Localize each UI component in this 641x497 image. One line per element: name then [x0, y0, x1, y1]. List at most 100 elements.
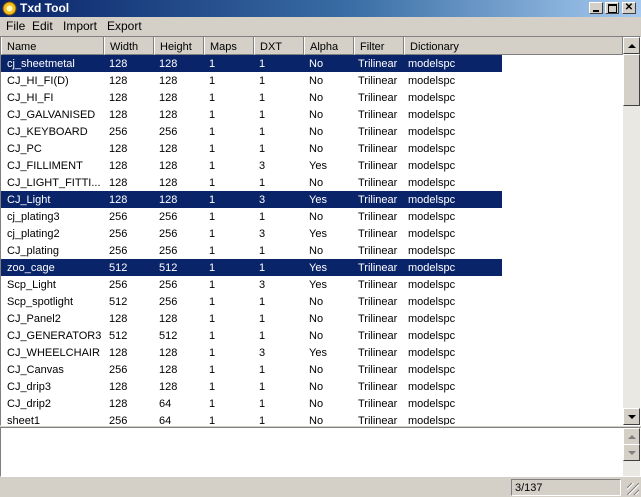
- menu-file[interactable]: File: [6, 19, 25, 33]
- cell-alpha: Yes: [309, 347, 327, 359]
- table-row[interactable]: CJ_HI_FI 128 128 1 1 No Trilinear modelspc: [1, 89, 502, 106]
- cell-maps: 1: [209, 313, 216, 325]
- cell-width: 128: [109, 92, 128, 104]
- table-row[interactable]: CJ_FILLIMENT 128 128 1 3 Yes Trilinear modelspc: [1, 157, 502, 174]
- menu-export[interactable]: Export: [107, 19, 142, 33]
- column-maps[interactable]: Maps: [204, 37, 254, 55]
- cell-filter: Trilinear: [358, 296, 398, 308]
- close-button[interactable]: ✕: [622, 2, 636, 14]
- cell-name: CJ_plating: [7, 245, 59, 257]
- table-row[interactable]: Scp_Light 256 256 1 3 Yes Trilinear modelspc: [1, 276, 502, 293]
- menu-bar: File Edit Import Export: [0, 17, 641, 36]
- cell-maps: 1: [209, 279, 216, 291]
- cell-maps: 1: [209, 75, 216, 87]
- menu-import[interactable]: Import: [63, 19, 97, 33]
- cell-width: 256: [109, 228, 128, 240]
- cell-height: 128: [159, 92, 178, 104]
- scroll-thumb[interactable]: [623, 54, 640, 106]
- cell-alpha: No: [309, 398, 324, 410]
- minimize-button[interactable]: [589, 2, 603, 14]
- cell-name: CJ_PC: [7, 143, 42, 155]
- cell-dxt: 1: [259, 109, 266, 121]
- cell-dxt: 1: [259, 262, 266, 274]
- table-row[interactable]: cj_plating2 256 256 1 3 Yes Trilinear modelspc: [1, 225, 502, 242]
- table-row[interactable]: cj_sheetmetal 128 128 1 1 No Trilinear modelspc: [1, 55, 502, 72]
- cell-name: CJ_Panel2: [7, 313, 61, 325]
- table-row[interactable]: cj_plating3 256 256 1 1 No Trilinear modelspc: [1, 208, 502, 225]
- cell-alpha: No: [309, 143, 324, 155]
- vertical-scrollbar[interactable]: [623, 37, 640, 425]
- cell-name: Scp_Light: [7, 279, 56, 291]
- cell-name: CJ_GENERATOR3: [7, 330, 102, 342]
- cell-maps: 1: [209, 143, 216, 155]
- cell-filter: Trilinear: [358, 211, 398, 223]
- column-header: Name Width Height Maps DXT Alpha Filter …: [1, 37, 623, 55]
- table-row[interactable]: CJ_KEYBOARD 256 256 1 1 No Trilinear modelspc: [1, 123, 502, 140]
- table-row[interactable]: CJ_plating 256 256 1 1 No Trilinear modelspc: [1, 242, 502, 259]
- cell-maps: 1: [209, 330, 216, 342]
- table-row[interactable]: CJ_HI_FI(D) 128 128 1 1 No Trilinear modelspc: [1, 72, 502, 89]
- title-bar[interactable]: Txd Tool ✕: [0, 0, 641, 17]
- cell-dict: modelspc: [408, 160, 456, 172]
- cell-name: CJ_KEYBOARD: [7, 126, 88, 138]
- table-row[interactable]: CJ_Canvas 256 128 1 1 No Trilinear modelspc: [1, 361, 502, 378]
- cell-width: 256: [109, 415, 128, 425]
- table-row[interactable]: Scp_spotlight 512 256 1 1 No Trilinear modelspc: [1, 293, 502, 310]
- table-row[interactable]: CJ_Light 128 128 1 3 Yes Trilinear modelspc: [1, 191, 502, 208]
- cell-width: 256: [109, 126, 128, 138]
- status-count: 3/137: [511, 479, 621, 496]
- table-row[interactable]: sheet1 256 64 1 1 No Trilinear modelspc: [1, 412, 502, 425]
- menu-edit[interactable]: Edit: [32, 19, 53, 33]
- column-dictionary[interactable]: Dictionary: [404, 37, 623, 55]
- cell-alpha: No: [309, 330, 324, 342]
- column-height[interactable]: Height: [154, 37, 204, 55]
- cell-dxt: 1: [259, 177, 266, 189]
- table-row[interactable]: CJ_GENERATOR3 512 512 1 1 No Trilinear modelspc: [1, 327, 502, 344]
- cell-dict: modelspc: [408, 296, 456, 308]
- cell-maps: 1: [209, 381, 216, 393]
- cell-filter: Trilinear: [358, 177, 398, 189]
- cell-alpha: No: [309, 58, 324, 70]
- column-filter[interactable]: Filter: [354, 37, 404, 55]
- cell-dxt: 1: [259, 211, 266, 223]
- table-row[interactable]: CJ_LIGHT_FITTI... 128 128 1 1 No Trilinear mode…: [1, 174, 502, 191]
- cell-maps: 1: [209, 228, 216, 240]
- column-alpha[interactable]: Alpha: [304, 37, 354, 55]
- column-width[interactable]: Width: [104, 37, 154, 55]
- table-row[interactable]: zoo_cage 512 512 1 1 Yes Trilinear modelspc: [1, 259, 502, 276]
- table-row[interactable]: CJ_drip2 128 64 1 1 No Trilinear modelspc: [1, 395, 502, 412]
- cell-dxt: 1: [259, 75, 266, 87]
- cell-name: zoo_cage: [7, 262, 55, 274]
- cell-dict: modelspc: [408, 109, 456, 121]
- table-row[interactable]: CJ_PC 128 128 1 1 No Trilinear modelspc: [1, 140, 502, 157]
- cell-height: 128: [159, 364, 178, 376]
- maximize-button[interactable]: [605, 2, 619, 14]
- cell-dxt: 1: [259, 381, 266, 393]
- output-textbox[interactable]: [0, 427, 641, 477]
- textbox-scrollbar[interactable]: [623, 428, 640, 476]
- table-row[interactable]: CJ_drip3 128 128 1 1 No Trilinear modelspc: [1, 378, 502, 395]
- close-icon: ✕: [624, 2, 634, 13]
- cell-height: 256: [159, 211, 178, 223]
- column-dxt[interactable]: DXT: [254, 37, 304, 55]
- cell-alpha: No: [309, 313, 324, 325]
- cell-maps: 1: [209, 211, 216, 223]
- cell-height: 256: [159, 296, 178, 308]
- cell-filter: Trilinear: [358, 92, 398, 104]
- cell-filter: Trilinear: [358, 245, 398, 257]
- column-name[interactable]: Name: [1, 37, 104, 55]
- table-row[interactable]: CJ_WHEELCHAIR 128 128 1 3 Yes Trilinear modelsp…: [1, 344, 502, 361]
- table-row[interactable]: CJ_Panel2 128 128 1 1 No Trilinear modelspc: [1, 310, 502, 327]
- texture-list[interactable]: Name Width Height Maps DXT Alpha Filter …: [0, 36, 641, 426]
- cell-name: CJ_drip2: [7, 398, 52, 410]
- cell-width: 128: [109, 143, 128, 155]
- cell-height: 128: [159, 109, 178, 121]
- textbox-scroll-down[interactable]: [623, 444, 640, 461]
- table-row[interactable]: CJ_GALVANISED 128 128 1 1 No Trilinear modelspc: [1, 106, 502, 123]
- cell-dict: modelspc: [408, 381, 456, 393]
- resize-grip-icon[interactable]: [627, 483, 639, 495]
- cell-name: CJ_WHEELCHAIR: [7, 347, 100, 359]
- scroll-down-button[interactable]: [623, 408, 640, 425]
- scroll-up-button[interactable]: [623, 37, 640, 54]
- textbox-scroll-up[interactable]: [623, 428, 640, 445]
